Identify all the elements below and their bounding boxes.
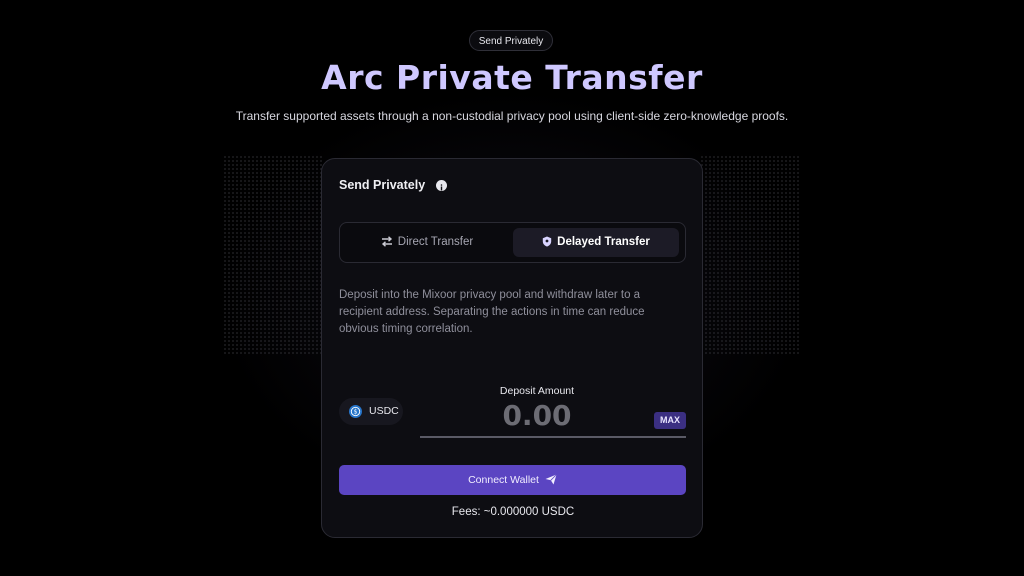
deposit-amount-label: Deposit Amount [499, 385, 575, 397]
card-title: Send Privately [339, 178, 426, 192]
fees-text: Fees: ~0.000000 USDC [451, 506, 575, 518]
dot-pattern-right [700, 155, 800, 355]
tab-delayed-transfer[interactable]: Delayed Transfer [513, 228, 679, 257]
tab-delayed-label: Delayed Transfer [557, 236, 650, 248]
transfer-mode-tabs: Direct Transfer Delayed Transfer [339, 222, 686, 263]
page-title: Arc Private Transfer [321, 58, 703, 97]
dot-pattern-left [223, 155, 323, 355]
token-selector[interactable]: $ USDC [339, 398, 403, 425]
connect-wallet-button[interactable]: Connect Wallet [339, 465, 686, 495]
section-pill: Send Privately [469, 30, 553, 51]
tab-direct-label: Direct Transfer [397, 236, 474, 248]
svg-text:$: $ [354, 409, 358, 416]
page-subtitle: Transfer supported assets through a non-… [235, 109, 789, 123]
transfer-description: Deposit into the Mixoor privacy pool and… [339, 289, 645, 335]
token-label: USDC [369, 405, 399, 417]
connect-wallet-label: Connect Wallet [468, 474, 539, 486]
shield-icon [542, 236, 552, 247]
amount-underline [420, 436, 686, 438]
tab-direct-transfer[interactable]: Direct Transfer [346, 228, 508, 257]
send-privately-card: Send Privately Direct Transfer Delayed T… [321, 158, 703, 538]
send-plane-icon [545, 474, 557, 485]
usdc-coin-icon: $ [349, 405, 362, 418]
max-button[interactable]: MAX [654, 412, 686, 429]
info-icon[interactable] [436, 180, 447, 191]
swap-arrows-icon [381, 236, 392, 247]
deposit-amount-input[interactable] [420, 399, 654, 432]
